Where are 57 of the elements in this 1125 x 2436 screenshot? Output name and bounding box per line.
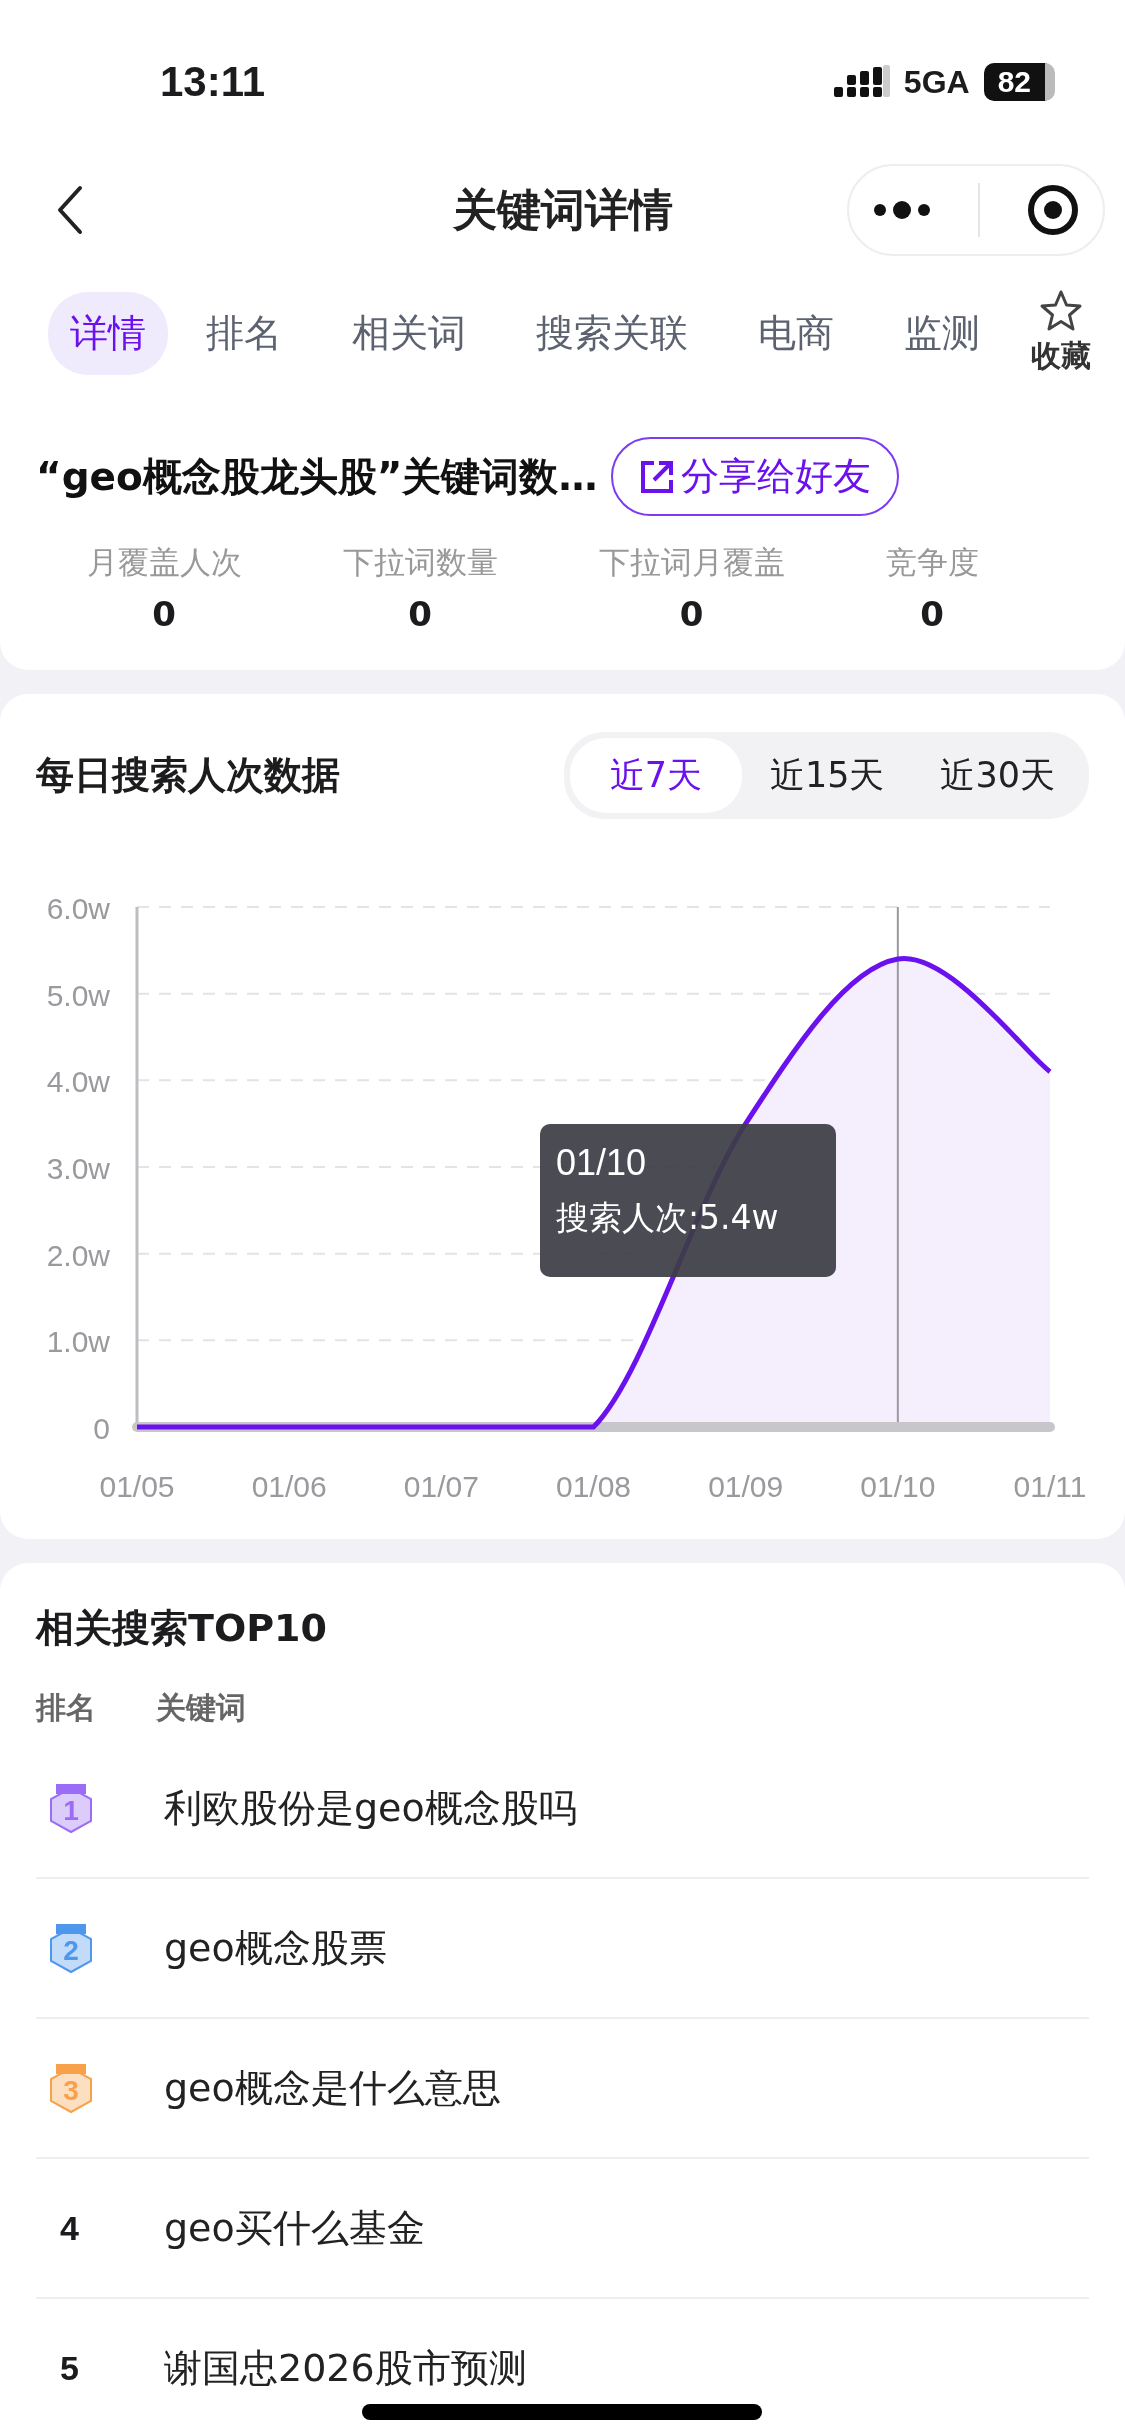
battery-indicator: 82 <box>983 63 1055 101</box>
stat-label: 下拉词数量 <box>342 543 498 582</box>
status-time: 13:11 <box>160 58 266 106</box>
keyword-text[interactable]: geo概念是什么意思 <box>164 2062 501 2114</box>
stat-value: 0 <box>920 594 944 634</box>
share-button[interactable]: 分享给好友 <box>611 437 900 516</box>
tab[interactable]: 电商 <box>726 292 866 375</box>
share-icon <box>639 458 676 495</box>
keyword-text[interactable]: geo买什么基金 <box>164 2202 425 2254</box>
star-icon[interactable] <box>1039 290 1083 332</box>
tooltip-value: 搜索人次:5.4w <box>556 1197 780 1239</box>
stat-value: 0 <box>679 594 704 634</box>
stat-label: 月覆盖人次 <box>86 543 242 582</box>
section-title: 每日搜索人次数据 <box>36 752 340 799</box>
section-title: 相关搜索TOP10 <box>36 1605 328 1652</box>
column-header: 关键词 <box>156 1689 246 1727</box>
keyword-title: “geo概念股龙头股”关键词数… <box>36 452 598 501</box>
x-axis-label: 01/05 <box>99 1470 175 1503</box>
x-axis-label: 01/10 <box>860 1470 936 1503</box>
tab[interactable]: 排名 <box>174 292 314 375</box>
stat-label: 竞争度 <box>885 543 979 582</box>
tooltip-date: 01/10 <box>556 1142 648 1184</box>
stat-value: 0 <box>152 594 176 634</box>
network-label: 5GA <box>903 63 970 101</box>
y-axis-label: 1.0w <box>46 1325 110 1359</box>
y-axis-label: 2.0w <box>46 1238 110 1272</box>
keyword-text[interactable]: geo概念股票 <box>164 1922 387 1974</box>
rank-number: 4 <box>59 2208 79 2248</box>
keyword-text[interactable]: 利欧股份是geo概念股吗 <box>164 1782 577 1834</box>
y-axis-label: 0 <box>93 1412 110 1445</box>
period-option[interactable]: 近15天 <box>741 738 913 813</box>
tab[interactable]: 搜索关联 <box>504 292 720 375</box>
tab[interactable]: 监测 <box>872 292 1012 375</box>
page-title: 关键词详情 <box>451 182 674 237</box>
more-icon[interactable] <box>872 200 932 220</box>
target-icon[interactable] <box>1026 183 1080 237</box>
stat-label: 下拉词月覆盖 <box>598 543 785 582</box>
signal-icon <box>833 65 890 99</box>
y-axis-label: 6.0w <box>46 892 110 925</box>
tab[interactable]: 相关词 <box>320 292 498 375</box>
x-axis-label: 01/06 <box>251 1470 327 1503</box>
y-axis-label: 3.0w <box>46 1152 110 1185</box>
x-axis-label: 01/11 <box>1013 1470 1087 1503</box>
x-axis-label: 01/08 <box>555 1470 632 1503</box>
period-option[interactable]: 近30天 <box>912 738 1083 813</box>
back-icon[interactable] <box>56 185 84 235</box>
x-axis-label: 01/09 <box>708 1470 784 1503</box>
x-axis-label: 01/07 <box>403 1470 479 1503</box>
y-axis-label: 4.0w <box>46 1065 110 1099</box>
rank-number: 5 <box>59 2348 79 2388</box>
favorite-label[interactable]: 收藏 <box>1031 336 1091 377</box>
keyword-text[interactable]: 谢国忠2026股市预测 <box>164 2342 527 2394</box>
period-option[interactable]: 近7天 <box>569 738 742 813</box>
column-header: 排名 <box>36 1689 97 1727</box>
tab[interactable]: 详情 <box>48 292 168 375</box>
stat-value: 0 <box>408 594 432 634</box>
y-axis-label: 5.0w <box>46 978 110 1012</box>
